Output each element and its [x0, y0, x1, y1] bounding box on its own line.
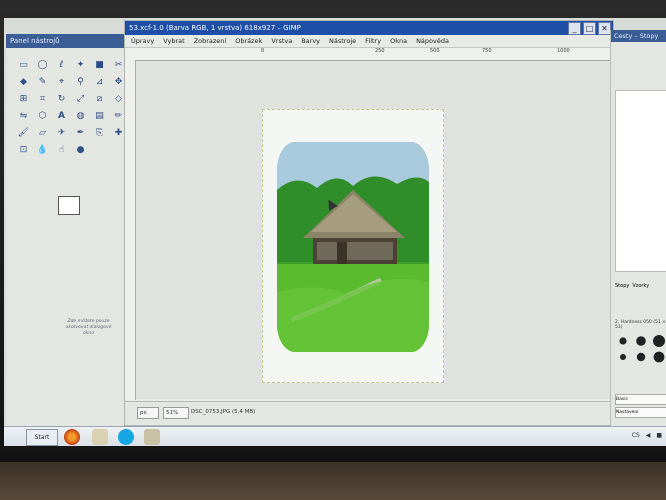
- lasso-icon[interactable]: ℓ: [54, 58, 69, 72]
- firefox-icon[interactable]: [64, 429, 80, 445]
- paths-list[interactable]: [615, 90, 666, 272]
- ruler-label: 750: [482, 48, 492, 54]
- shear-icon[interactable]: ⧄: [92, 92, 107, 106]
- status-bar: px 51% DSC_0753.JPG (5,4 MB): [125, 401, 613, 424]
- dock-tabs: Stopy Vzorky: [615, 283, 666, 289]
- toolbox-title: Panel nástrojů: [6, 34, 134, 48]
- perspective-clone-icon[interactable]: ⊡: [16, 143, 31, 157]
- skype-icon[interactable]: [118, 429, 134, 445]
- unit-select[interactable]: px: [137, 407, 159, 419]
- tab-patterns[interactable]: Stopy: [615, 283, 629, 289]
- horizontal-ruler[interactable]: 0 250 500 750 1000: [125, 48, 613, 61]
- window-titlebar: 53.xcf-1.0 (Barva RGB, 1 vrstva) 618x927…: [125, 21, 613, 35]
- menu-windows[interactable]: Okna: [390, 35, 407, 47]
- menu-colors[interactable]: Barvy: [301, 35, 320, 47]
- menu-view[interactable]: Zobrazení: [194, 35, 227, 47]
- scale-icon[interactable]: ⤢: [73, 92, 88, 106]
- zoom-select[interactable]: 51%: [163, 407, 189, 419]
- airbrush-icon[interactable]: ✈: [54, 126, 69, 140]
- paths-icon[interactable]: ✎: [35, 75, 50, 89]
- tray-app-icon[interactable]: ■: [656, 432, 662, 439]
- blend-icon[interactable]: ▤: [92, 109, 107, 123]
- ellipse-select-icon[interactable]: ◯: [35, 58, 50, 72]
- screen: Panel nástrojů ▭ ◯ ℓ ✦ ■ ✂ ◆ ✎ ⌖ ⚲ ⊿ ✥ ⊞…: [4, 18, 666, 446]
- menu-select[interactable]: Vybrat: [163, 35, 184, 47]
- dodge-burn-icon[interactable]: ●: [73, 143, 88, 157]
- blur-icon[interactable]: 💧: [35, 143, 50, 157]
- minimize-button[interactable]: _: [568, 22, 581, 35]
- fuzzy-select-icon[interactable]: ✦: [73, 58, 88, 72]
- hut-photo: [277, 142, 429, 352]
- brush-grid[interactable]: [617, 335, 666, 363]
- image-window: 53.xcf-1.0 (Barva RGB, 1 vrstva) 618x927…: [124, 20, 614, 426]
- zoom-icon[interactable]: ⚲: [73, 75, 88, 89]
- brush-preview[interactable]: [653, 335, 665, 347]
- ruler-label: 1000: [557, 48, 570, 54]
- maximize-button[interactable]: □: [583, 22, 596, 35]
- menu-layer[interactable]: Vrstva: [271, 35, 292, 47]
- canvas-area[interactable]: [136, 61, 612, 399]
- image-canvas[interactable]: [262, 109, 444, 383]
- flip-icon[interactable]: ⇋: [16, 109, 31, 123]
- color-picker-icon[interactable]: ⌖: [54, 75, 69, 89]
- right-dock: Cesty – Stopy Stopy Vzorky 2. Hardness 0…: [610, 30, 666, 426]
- color-swatches[interactable]: [58, 196, 94, 224]
- language-indicator[interactable]: CS: [632, 432, 640, 439]
- eraser-icon[interactable]: ▱: [35, 126, 50, 140]
- crop-icon[interactable]: ⌗: [35, 92, 50, 106]
- tray-arrow-icon[interactable]: ◀: [646, 432, 651, 439]
- vertical-ruler[interactable]: [125, 60, 136, 400]
- gimp-window-icon[interactable]: [144, 429, 160, 445]
- file-info: DSC_0753.JPG (5,4 MB): [191, 409, 256, 415]
- photo-image: [277, 142, 429, 352]
- tab-swatches[interactable]: Vzorky: [632, 283, 649, 289]
- ruler-label: 500: [430, 48, 440, 54]
- cage-icon[interactable]: ⬡: [35, 109, 50, 123]
- menu-tools[interactable]: Nástroje: [329, 35, 356, 47]
- paintbrush-icon[interactable]: 🖌: [16, 126, 31, 140]
- foreground-select-icon[interactable]: ◆: [16, 75, 31, 89]
- brush-preview[interactable]: [619, 337, 627, 345]
- menu-image[interactable]: Obrázek: [235, 35, 262, 47]
- dock-hint-text: Zde můžete pouze ukotvovat dialogové okn…: [65, 319, 112, 336]
- menu-bar: Úpravy Vybrat Zobrazení Obrázek Vrstva B…: [125, 35, 613, 48]
- brush-preview[interactable]: [636, 352, 646, 362]
- taskbar: Start CS ◀ ■: [4, 426, 666, 446]
- menu-filters[interactable]: Filtry: [365, 35, 381, 47]
- menu-edit[interactable]: Úpravy: [131, 35, 154, 47]
- foreground-color[interactable]: [58, 196, 80, 215]
- system-tray: CS ◀ ■: [632, 432, 662, 439]
- tool-grid: ▭ ◯ ℓ ✦ ■ ✂ ◆ ✎ ⌖ ⚲ ⊿ ✥ ⊞ ⌗ ↻ ⤢ ⧄ ◇ ⇋ ⬡ …: [6, 48, 134, 157]
- smudge-icon[interactable]: ☝: [54, 143, 69, 157]
- menu-help[interactable]: Nápověda: [416, 35, 449, 47]
- align-icon[interactable]: ⊞: [16, 92, 31, 106]
- rotate-icon[interactable]: ↻: [54, 92, 69, 106]
- brush-preset-combo[interactable]: Nastavení: [615, 407, 666, 418]
- window-title: 53.xcf-1.0 (Barva RGB, 1 vrstva) 618x927…: [129, 24, 301, 32]
- desk-surface: [0, 462, 666, 500]
- start-button[interactable]: Start: [26, 429, 58, 446]
- text-icon[interactable]: A: [54, 109, 69, 123]
- brush-preview[interactable]: [636, 336, 646, 346]
- brush-preview[interactable]: [620, 354, 626, 360]
- ink-icon[interactable]: ✒: [73, 126, 88, 140]
- toolbox-panel: Panel nástrojů ▭ ◯ ℓ ✦ ■ ✂ ◆ ✎ ⌖ ⚲ ⊿ ✥ ⊞…: [6, 34, 135, 426]
- ruler-label: 0: [261, 48, 265, 54]
- gimp-taskbar-icon[interactable]: [92, 429, 108, 445]
- measure-icon[interactable]: ⊿: [92, 75, 107, 89]
- rect-select-icon[interactable]: ▭: [16, 58, 31, 72]
- dock-title: Cesty – Stopy: [611, 30, 666, 42]
- clone-icon[interactable]: ⎘: [92, 126, 107, 140]
- ruler-label: 250: [375, 48, 385, 54]
- bucket-fill-icon[interactable]: ◍: [73, 109, 88, 123]
- color-select-icon[interactable]: ■: [92, 58, 107, 72]
- brush-preview[interactable]: [653, 351, 665, 363]
- brush-filter-field[interactable]: Basic: [615, 394, 666, 405]
- brush-label: 2. Hardness 050 (51 × 51): [615, 320, 666, 330]
